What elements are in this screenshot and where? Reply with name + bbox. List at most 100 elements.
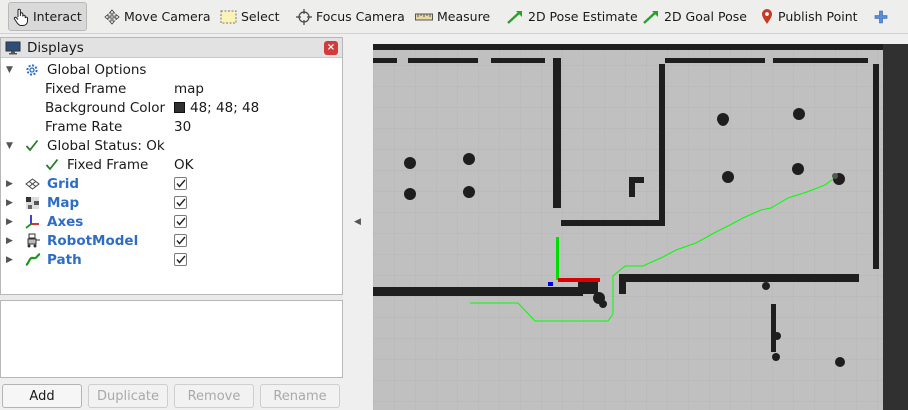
checkmark-icon [175, 179, 186, 188]
checkmark-icon [175, 255, 186, 264]
frame-rate-value[interactable]: 30 [174, 119, 191, 135]
interact-label: Interact [33, 9, 82, 24]
status-fixed-frame-value: OK [174, 156, 194, 173]
map-unknown-edge [883, 44, 908, 410]
tree-row-background-color[interactable]: Background Color 48; 48; 48 [1, 98, 342, 117]
remove-button[interactable]: Remove [174, 384, 254, 408]
robotmodel-label: RobotModel [47, 232, 139, 249]
path-icon [25, 253, 41, 266]
main-toolbar: Interact Move Camera Select Focus Camera… [0, 0, 908, 34]
robot-icon [27, 233, 40, 248]
path-label: Path [47, 251, 82, 268]
move-camera-tool-button[interactable]: Move Camera [100, 2, 215, 31]
map-canvas[interactable] [373, 44, 908, 410]
close-panel-button[interactable]: × [324, 41, 338, 55]
plus-icon [874, 10, 888, 23]
expand-right-icon[interactable]: ▶ [6, 236, 13, 246]
move-arrows-icon [104, 8, 120, 25]
panel-collapse-strip[interactable]: ◀ [347, 37, 367, 410]
description-panel [0, 300, 343, 378]
grid-label: Grid [47, 175, 80, 192]
checkmark-icon [175, 236, 186, 245]
pose-estimate-label: 2D Pose Estimate [528, 9, 638, 24]
background-color-field[interactable]: 48; 48; 48 [174, 100, 259, 116]
focus-camera-label: Focus Camera [316, 9, 405, 24]
tree-row-global-status[interactable]: ▼ Global Status: Ok [1, 136, 342, 155]
grid-enabled-checkbox[interactable] [174, 177, 187, 190]
hand-pointer-icon [13, 8, 28, 26]
publish-point-tool-button[interactable]: Publish Point [756, 2, 862, 31]
publish-point-label: Publish Point [778, 9, 858, 24]
expand-right-icon[interactable]: ▶ [6, 255, 13, 265]
move-camera-label: Move Camera [124, 9, 211, 24]
axes-enabled-checkbox[interactable] [174, 215, 187, 228]
tree-row-fixed-frame[interactable]: Fixed Frame map [1, 79, 342, 98]
ruler-icon [415, 13, 433, 20]
z-axis-marker [548, 282, 553, 286]
crosshair-focus-icon [296, 8, 312, 25]
fixed-frame-label: Fixed Frame [45, 80, 127, 97]
focus-camera-tool-button[interactable]: Focus Camera [292, 2, 409, 31]
pose-estimate-tool-button[interactable]: 2D Pose Estimate [502, 2, 642, 31]
tree-row-status-fixed-frame[interactable]: Fixed Frame OK [1, 155, 342, 174]
tree-row-global-options[interactable]: ▼ Global Options [1, 60, 342, 79]
goal-marker [832, 173, 838, 179]
expand-down-icon[interactable]: ▼ [6, 65, 13, 75]
checkmark-icon [175, 198, 186, 207]
monitor-icon [5, 41, 21, 54]
display-item-axes[interactable]: ▶ Axes [1, 212, 342, 231]
interact-tool-button[interactable]: Interact [8, 2, 87, 31]
map-pin-icon [762, 9, 772, 24]
frame-rate-label: Frame Rate [45, 118, 123, 135]
displays-panel-header: Displays × [1, 38, 342, 58]
axes-label: Axes [47, 213, 84, 230]
close-icon: × [326, 42, 336, 53]
y-axis-marker [556, 237, 559, 280]
x-axis-marker [558, 278, 600, 282]
goal-pose-tool-button[interactable]: 2D Goal Pose [638, 2, 751, 31]
goal-pose-label: 2D Goal Pose [664, 9, 747, 24]
map-enabled-checkbox[interactable] [174, 196, 187, 209]
tree-row-frame-rate[interactable]: Frame Rate 30 [1, 117, 342, 136]
expand-down-icon[interactable]: ▼ [6, 141, 13, 151]
map-icon [26, 196, 39, 209]
display-item-map[interactable]: ▶ Map [1, 193, 342, 212]
display-item-robotmodel[interactable]: ▶ RobotModel [1, 231, 342, 250]
collapse-left-icon[interactable]: ◀ [354, 217, 361, 227]
checkmark-icon [175, 217, 186, 226]
expand-right-icon[interactable]: ▶ [6, 198, 13, 208]
rename-button[interactable]: Rename [260, 384, 340, 408]
checkmark-icon [25, 139, 39, 152]
axes-icon [25, 215, 39, 229]
displays-panel: Displays × ▼ Global Options Fixed Frame … [0, 37, 343, 295]
add-button[interactable]: Add [2, 384, 82, 408]
measure-label: Measure [437, 9, 491, 24]
robotmodel-enabled-checkbox[interactable] [174, 234, 187, 247]
global-options-label: Global Options [47, 61, 147, 78]
display-item-grid[interactable]: ▶ Grid [1, 174, 342, 193]
color-swatch[interactable] [174, 102, 185, 113]
status-fixed-frame-label: Fixed Frame [67, 156, 149, 173]
select-box-icon [220, 10, 237, 23]
map-wall [373, 44, 908, 50]
checkmark-icon [45, 158, 59, 171]
green-arrow-icon [507, 10, 522, 24]
select-tool-button[interactable]: Select [216, 2, 284, 31]
displays-title: Displays [27, 39, 84, 56]
green-arrow-icon [643, 10, 658, 24]
grid-icon [25, 177, 40, 190]
background-color-value: 48; 48; 48 [190, 99, 260, 116]
path-enabled-checkbox[interactable] [174, 253, 187, 266]
display-item-path[interactable]: ▶ Path [1, 250, 342, 269]
fixed-frame-value[interactable]: map [174, 81, 204, 97]
background-color-label: Background Color [45, 99, 166, 116]
duplicate-button[interactable]: Duplicate [88, 384, 168, 408]
render-viewport[interactable] [373, 44, 908, 410]
add-tool-button[interactable] [870, 2, 892, 31]
map-label: Map [47, 194, 80, 211]
select-label: Select [241, 9, 280, 24]
expand-right-icon[interactable]: ▶ [6, 179, 13, 189]
expand-right-icon[interactable]: ▶ [6, 217, 13, 227]
grid-overlay [373, 44, 908, 410]
measure-tool-button[interactable]: Measure [411, 2, 494, 31]
